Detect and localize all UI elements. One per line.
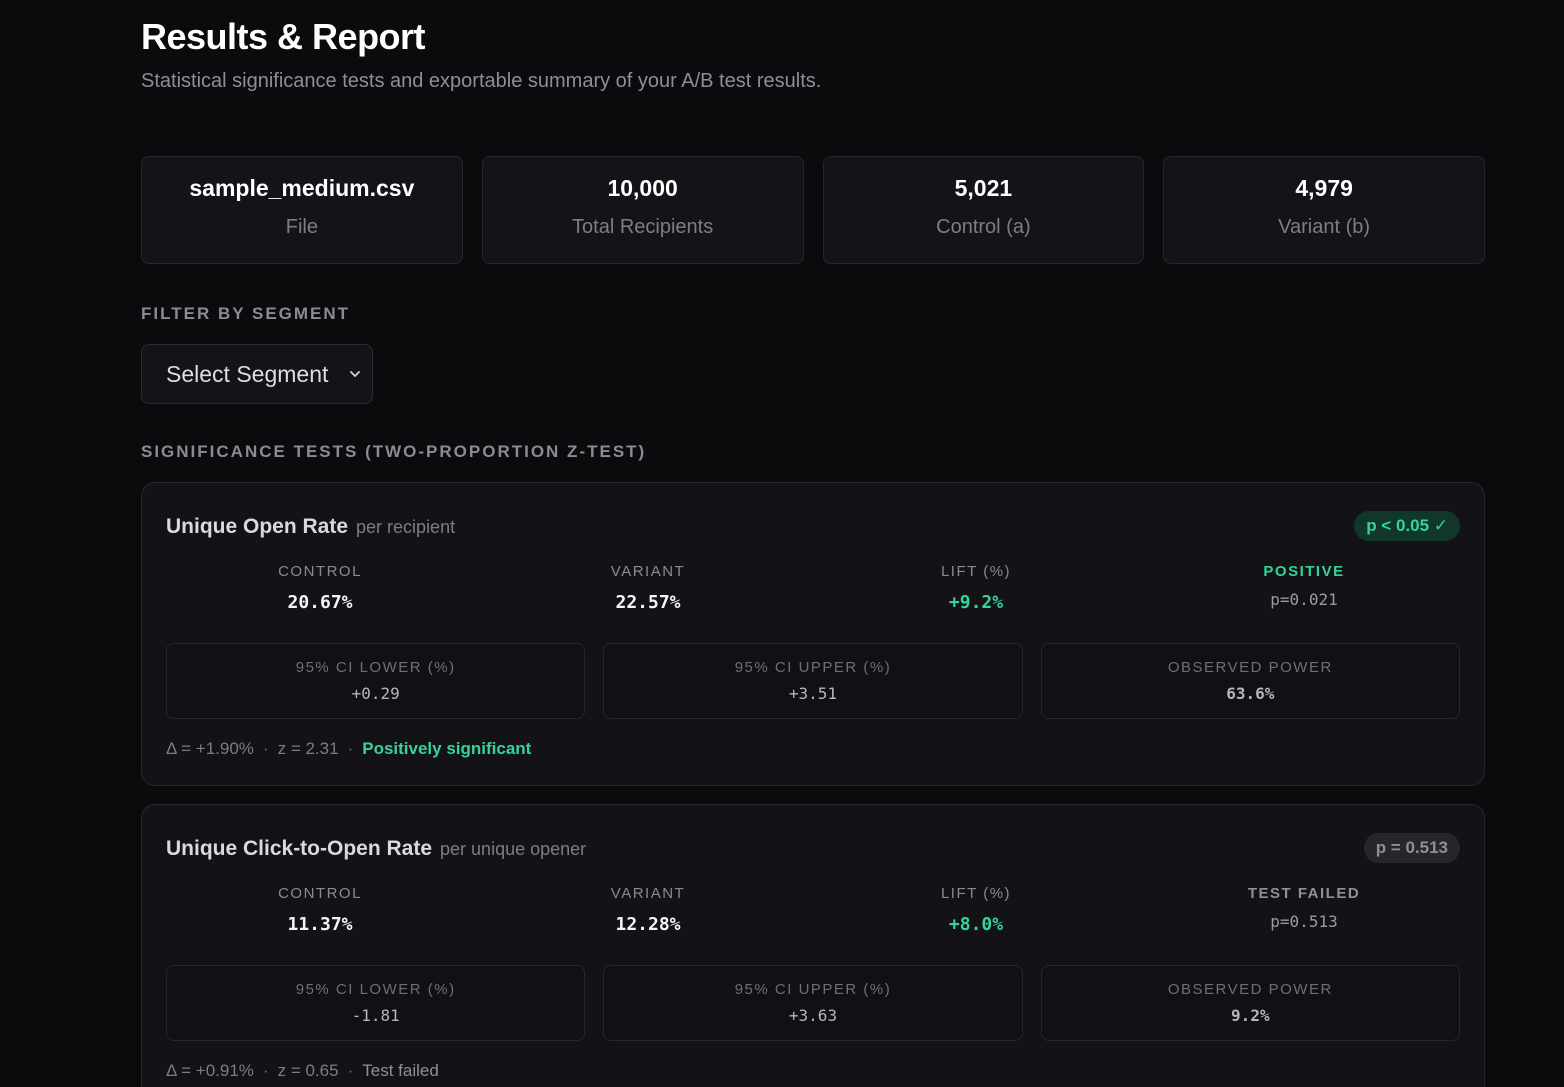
significance-badge: p = 0.513 — [1363, 833, 1460, 863]
stat-card-control: 5,021 Control (a) — [822, 156, 1145, 264]
observed-power-value: 9.2% — [1231, 1006, 1270, 1025]
stat-value: sample_medium.csv — [189, 175, 415, 201]
ci-upper-label: 95% CI UPPER (%) — [734, 981, 892, 998]
observed-power-label: OBSERVED POWER — [1167, 659, 1333, 676]
metric-label: LIFT (%) — [940, 885, 1012, 902]
observed-power-box: OBSERVED POWER 9.2% — [1040, 965, 1460, 1041]
stat-card-file: sample_medium.csv File — [141, 156, 463, 264]
confidence-interval-row: 95% CI LOWER (%) -1.81 95% CI UPPER (%) … — [166, 965, 1460, 1041]
chevron-down-icon — [350, 371, 360, 377]
lift-metric: LIFT (%) +8.0% — [806, 885, 1146, 935]
ci-lower-box: 95% CI LOWER (%) +0.29 — [166, 643, 586, 719]
ci-lower-box: 95% CI LOWER (%) -1.81 — [166, 965, 586, 1041]
verdict-label: POSITIVE — [1263, 563, 1345, 580]
test-title: Unique Click-to-Open Rate per unique open… — [166, 837, 586, 861]
variant-value: 22.57% — [615, 592, 681, 613]
summary-stats: sample_medium.csv File 10,000 Total Reci… — [141, 156, 1485, 264]
stat-value: 4,979 — [1295, 175, 1353, 201]
test-summary-line: Δ = +0.91% · z = 0.65 · Test failed — [166, 1061, 439, 1080]
metric-label: CONTROL — [278, 885, 362, 902]
ci-lower-label: 95% CI LOWER (%) — [295, 981, 456, 998]
observed-power-box: OBSERVED POWER 63.6% — [1040, 643, 1460, 719]
ci-upper-label: 95% CI UPPER (%) — [734, 659, 892, 676]
verdict-label: TEST FAILED — [1247, 885, 1361, 902]
stat-value: 5,021 — [954, 175, 1013, 201]
observed-power-value: 63.6% — [1226, 684, 1275, 703]
p-value: p=0.513 — [1270, 912, 1338, 931]
test-unit: per recipient — [356, 517, 456, 537]
results-page: Results & Report Statistical significanc… — [0, 0, 1564, 1087]
stat-label: File — [285, 216, 318, 238]
significance-badge: p < 0.05 ✓ — [1354, 511, 1460, 541]
significance-section-label: SIGNIFICANCE TESTS (TWO-PROPORTION Z-TES… — [141, 442, 647, 461]
metric-label: LIFT (%) — [940, 563, 1012, 580]
lift-value: +9.2% — [948, 592, 1004, 613]
verdict-metric: TEST FAILED p=0.513 — [1134, 885, 1474, 931]
stat-label: Total Recipients — [572, 216, 714, 238]
stat-card-variant: 4,979 Variant (b) — [1163, 156, 1485, 264]
p-value: p=0.021 — [1270, 590, 1338, 609]
verdict-text: Test failed — [362, 1061, 439, 1080]
test-unit: per unique opener — [440, 839, 587, 859]
delta-text: Δ = +0.91% — [166, 1061, 254, 1080]
variant-value: 12.28% — [615, 914, 681, 935]
control-value: 11.37% — [287, 914, 353, 935]
lift-value: +8.0% — [948, 914, 1004, 935]
ci-upper-value: +3.51 — [788, 684, 838, 703]
test-title-text: Unique Open Rate — [166, 515, 349, 538]
test-card-unique-open-rate: Unique Open Rate per recipient p < 0.05 ✓… — [141, 482, 1485, 786]
control-metric: CONTROL 11.37% — [150, 885, 490, 935]
segment-select-value: Select Segment — [166, 360, 329, 387]
ci-lower-value: +0.29 — [351, 684, 400, 703]
confidence-interval-row: 95% CI LOWER (%) +0.29 95% CI UPPER (%) … — [166, 643, 1460, 719]
control-metric: CONTROL 20.67% — [150, 563, 490, 613]
control-value: 20.67% — [287, 592, 353, 613]
z-text: z = 2.31 — [277, 739, 339, 758]
test-title: Unique Open Rate per recipient — [166, 515, 455, 539]
stat-label: Control (a) — [936, 216, 1031, 238]
metric-label: VARIANT — [610, 885, 686, 902]
ci-upper-value: +3.63 — [788, 1006, 838, 1025]
ci-upper-box: 95% CI UPPER (%) +3.63 — [603, 965, 1023, 1041]
delta-text: Δ = +1.90% — [166, 739, 254, 758]
test-card-unique-click-to-open-rate: Unique Click-to-Open Rate per unique open… — [141, 804, 1485, 1087]
stat-value: 10,000 — [607, 175, 678, 201]
ci-lower-value: -1.81 — [351, 1006, 400, 1025]
segment-select[interactable]: Select Segment — [141, 344, 373, 404]
variant-metric: VARIANT 22.57% — [478, 563, 818, 613]
verdict-metric: POSITIVE p=0.021 — [1134, 563, 1474, 609]
lift-metric: LIFT (%) +9.2% — [806, 563, 1146, 613]
page-subtitle: Statistical significance tests and expor… — [141, 70, 822, 92]
stat-card-total-recipients: 10,000 Total Recipients — [481, 156, 804, 264]
ci-upper-box: 95% CI UPPER (%) +3.51 — [603, 643, 1023, 719]
page-title: Results & Report — [141, 16, 426, 57]
metric-label: VARIANT — [610, 563, 686, 580]
filter-section-label: FILTER BY SEGMENT — [141, 304, 351, 323]
verdict-text: Positively significant — [362, 739, 532, 758]
metric-label: CONTROL — [278, 563, 362, 580]
variant-metric: VARIANT 12.28% — [478, 885, 818, 935]
stat-label: Variant (b) — [1278, 216, 1371, 238]
ci-lower-label: 95% CI LOWER (%) — [295, 659, 456, 676]
test-title-text: Unique Click-to-Open Rate — [166, 837, 433, 860]
observed-power-label: OBSERVED POWER — [1167, 981, 1333, 998]
test-summary-line: Δ = +1.90% · z = 2.31 · Positively significa… — [166, 739, 532, 758]
z-text: z = 0.65 — [277, 1061, 339, 1080]
